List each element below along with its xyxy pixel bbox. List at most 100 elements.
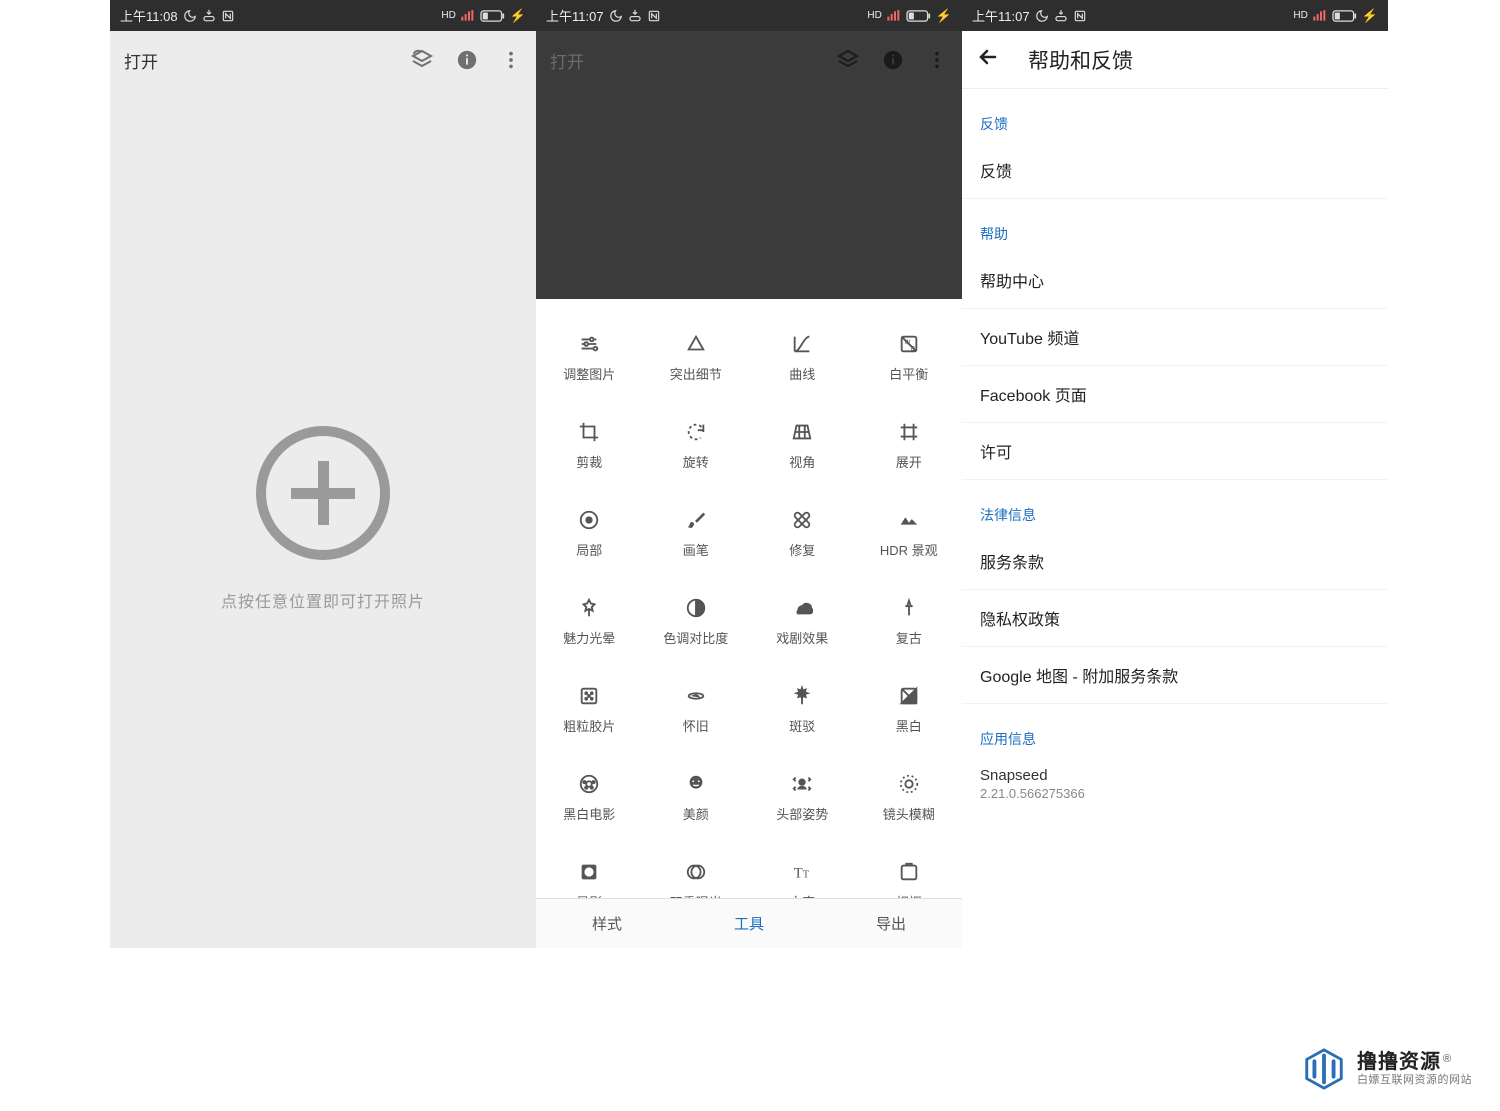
tool-retrolux[interactable]: 怀旧 [643,665,750,753]
svg-text:B: B [911,345,915,352]
phone-help: 上午11:07 HD ⚡ 帮助和反馈 反馈 反馈 帮助 帮助中心 YouTube… [962,0,1388,948]
help-content: 反馈 反馈 帮助 帮助中心 YouTube 频道 Facebook 页面 许可 … [962,89,1388,811]
image-preview: 打开 [536,31,962,299]
tool-drama[interactable]: 戏剧效果 [749,577,856,665]
item-license[interactable]: 许可 [962,423,1388,480]
item-youtube[interactable]: YouTube 频道 [962,309,1388,366]
tool-hdr[interactable]: HDR 景观 [856,489,963,577]
app-version: 2.21.0.566275366 [980,786,1370,801]
hdr-icon [898,508,920,532]
section-feedback: 反馈 [962,89,1388,142]
hd-label: HD [1293,10,1307,21]
item-facebook[interactable]: Facebook 页面 [962,366,1388,423]
tool-curves[interactable]: 曲线 [749,313,856,401]
more-icon[interactable] [500,49,522,71]
watermark-main: 撸撸资源 [1357,1051,1441,1073]
nfc-icon [1073,9,1087,23]
tool-glamour[interactable]: 魅力光晕 [536,577,643,665]
watermark-logo-icon [1301,1046,1347,1092]
tool-tune[interactable]: 调整图片 [536,313,643,401]
tab-export[interactable]: 导出 [820,899,962,948]
tool-headpose[interactable]: 头部姿势 [749,753,856,841]
hd-label: HD [441,10,455,21]
tool-double[interactable]: 双重曝光 [643,841,750,898]
section-appinfo: 应用信息 [962,704,1388,757]
layers-icon[interactable] [410,48,434,72]
tool-brush[interactable]: 画笔 [643,489,750,577]
signal-icon [886,10,902,22]
tab-tools[interactable]: 工具 [678,899,820,948]
rotate-icon [685,420,707,444]
svg-text:T: T [794,865,803,881]
battery-icon [906,10,932,22]
double-icon [685,860,707,884]
tool-grunge[interactable]: 斑驳 [749,665,856,753]
tool-crop[interactable]: 剪裁 [536,401,643,489]
open-area[interactable]: 点按任意位置即可打开照片 [110,89,536,948]
phone-tools: 上午11:07 HD ⚡ 打开 调整图 [536,0,962,948]
grunge-icon [791,684,813,708]
plus-icon [291,461,355,525]
mute-icon [202,9,216,23]
tool-lensblur[interactable]: 镜头模糊 [856,753,963,841]
tool-bw[interactable]: 黑白 [856,665,963,753]
item-feedback[interactable]: 反馈 [962,142,1388,199]
expand-icon [898,420,920,444]
charging-icon: ⚡ [510,8,526,24]
tool-expand[interactable]: 展开 [856,401,963,489]
tool-tonal[interactable]: 色调对比度 [643,577,750,665]
tool-text[interactable]: TT文字 [749,841,856,898]
tool-perspective[interactable]: 视角 [749,401,856,489]
selective-icon [578,508,600,532]
tonal-icon [685,596,707,620]
status-bar: 上午11:08 HD ⚡ [110,0,536,31]
watermark: 撸撸资源® 白嫖互联网资源的网站 [1291,1041,1482,1097]
tool-details[interactable]: 突出细节 [643,313,750,401]
layers-icon[interactable] [836,48,860,72]
tool-grainy[interactable]: 粗粒胶片 [536,665,643,753]
tool-selective[interactable]: 局部 [536,489,643,577]
mute-icon [1054,9,1068,23]
section-legal: 法律信息 [962,480,1388,533]
tool-frame[interactable]: 相框 [856,841,963,898]
tool-healing[interactable]: 修复 [749,489,856,577]
nfc-icon [221,9,235,23]
app-bar: 打开 [110,31,536,89]
tool-noir[interactable]: 黑白电影 [536,753,643,841]
tool-vignette[interactable]: 晕影 [536,841,643,898]
tool-portrait[interactable]: 美颜 [643,753,750,841]
lensblur-icon [898,772,920,796]
back-icon[interactable] [976,45,1000,75]
open-label[interactable]: 打开 [124,48,410,73]
vintage-icon [898,596,920,620]
status-time: 上午11:08 [120,6,178,25]
tool-whitebalance[interactable]: WB白平衡 [856,313,963,401]
headpose-icon [791,772,813,796]
watermark-sub: 白嫖互联网资源的网站 [1357,1074,1472,1087]
page-title: 帮助和反馈 [1028,45,1133,75]
item-privacy[interactable]: 隐私权政策 [962,590,1388,647]
item-helpcenter[interactable]: 帮助中心 [962,252,1388,309]
brush-icon [685,508,707,532]
healing-icon [791,508,813,532]
drama-icon [791,596,813,620]
status-time: 上午11:07 [546,6,604,25]
open-label[interactable]: 打开 [550,48,836,73]
more-icon[interactable] [926,49,948,71]
item-tos[interactable]: 服务条款 [962,533,1388,590]
item-gmaps[interactable]: Google 地图 - 附加服务条款 [962,647,1388,704]
section-help: 帮助 [962,199,1388,252]
tool-vintage[interactable]: 复古 [856,577,963,665]
text-icon: TT [791,860,813,884]
perspective-icon [791,420,813,444]
battery-icon [480,10,506,22]
tool-rotate[interactable]: 旋转 [643,401,750,489]
noir-icon [578,772,600,796]
crop-icon [578,420,600,444]
battery-icon [1332,10,1358,22]
info-icon[interactable] [456,49,478,71]
charging-icon: ⚡ [936,8,952,24]
tab-styles[interactable]: 样式 [536,899,678,948]
info-icon[interactable] [882,49,904,71]
moon-icon [609,9,623,23]
